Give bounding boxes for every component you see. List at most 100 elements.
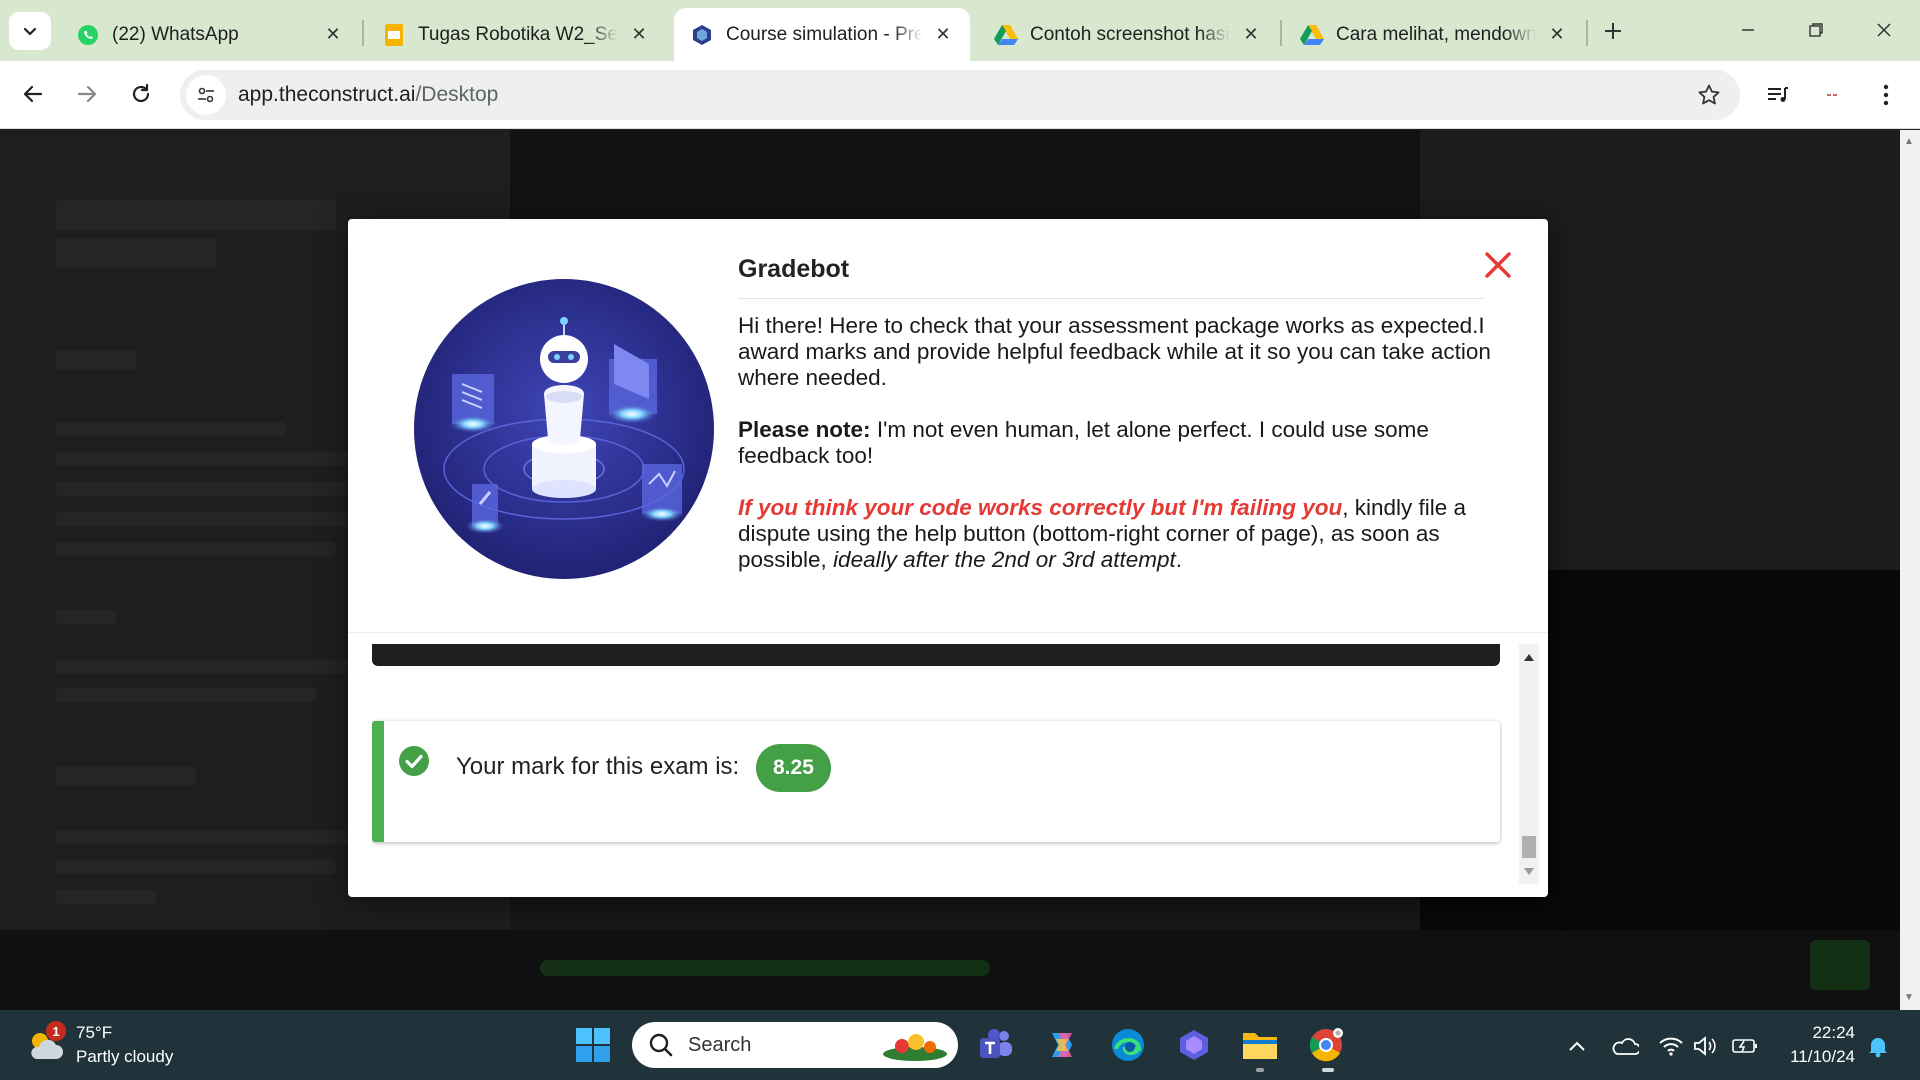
result-scrollbar[interactable] — [1519, 644, 1539, 884]
forward-button[interactable] — [66, 73, 108, 115]
close-window-button[interactable] — [1854, 12, 1914, 48]
media-control-button[interactable] — [1758, 75, 1798, 115]
drive-icon — [994, 23, 1018, 47]
tab-title: Cara melihat, mendownload — [1336, 23, 1536, 45]
file-explorer-icon[interactable] — [1238, 1023, 1282, 1067]
page-scrollbar[interactable]: ▲ ▼ — [1900, 130, 1920, 1010]
address-bar[interactable]: app.theconstruct.ai/Desktop — [180, 70, 1740, 120]
edge-icon[interactable] — [1106, 1023, 1150, 1067]
bell-icon — [1869, 1038, 1887, 1058]
tab-search-button[interactable] — [9, 12, 51, 50]
close-icon[interactable]: ✕ — [628, 24, 650, 46]
tab-separator — [1586, 20, 1588, 46]
dispute-end: . — [1175, 547, 1183, 572]
chrome-icon[interactable] — [1304, 1023, 1348, 1067]
close-icon[interactable]: ✕ — [1546, 24, 1568, 46]
weather-desc: Partly cloudy — [76, 1047, 174, 1066]
close-icon[interactable]: ✕ — [1240, 24, 1262, 46]
mark-badge: 8.25 — [756, 744, 831, 792]
url-path: /Desktop — [415, 83, 499, 106]
mark-card: Your mark for this exam is: 8.25 — [372, 721, 1500, 842]
bing-chat-icon[interactable] — [1172, 1023, 1216, 1067]
intro-text: Hi there! Here to check that your assess… — [738, 313, 1491, 390]
scroll-up-icon[interactable] — [1524, 654, 1534, 661]
warning-text: If you think your code works correctly b… — [738, 495, 1343, 520]
back-button[interactable] — [12, 73, 54, 115]
queue-music-icon — [1768, 87, 1788, 102]
new-tab-button[interactable] — [1598, 14, 1628, 48]
clock-time: 22:24 — [1812, 1023, 1855, 1042]
tab-whatsapp[interactable]: (22) WhatsApp ✕ — [60, 8, 360, 61]
modal-close-button[interactable] — [1478, 245, 1518, 285]
tab-title: Course simulation - Prerequisite — [726, 23, 922, 45]
arrow-right-icon — [77, 85, 97, 103]
tab-contoh-screenshot[interactable]: Contoh screenshot hasil robot ✕ — [978, 8, 1278, 61]
partly-cloudy-icon: 1 — [26, 1021, 66, 1065]
tab-cara-melihat[interactable]: Cara melihat, mendownload ✕ — [1284, 8, 1584, 61]
result-area: Your mark for this exam is: 8.25 — [372, 644, 1502, 884]
scroll-up-icon[interactable]: ▲ — [1904, 136, 1914, 147]
profile-button[interactable] — [1812, 75, 1852, 115]
running-indicator — [1322, 1068, 1334, 1072]
tab-course-simulation[interactable]: Course simulation - Prerequisite ✕ — [674, 8, 970, 61]
windows-logo-icon — [576, 1028, 610, 1062]
site-settings-icon[interactable] — [186, 75, 226, 115]
minimize-button[interactable] — [1718, 12, 1778, 48]
restore-button[interactable] — [1786, 12, 1846, 48]
scroll-down-icon[interactable]: ▼ — [1904, 992, 1914, 1003]
reload-icon — [132, 83, 150, 103]
wifi-icon[interactable] — [1657, 1032, 1685, 1060]
whatsapp-icon — [76, 23, 100, 47]
scroll-thumb[interactable] — [1522, 836, 1536, 858]
show-hidden-icons-button[interactable] — [1563, 1032, 1591, 1060]
tab-tugas-robotika[interactable]: Tugas Robotika W2_Semester ✕ — [366, 8, 666, 61]
slides-icon — [382, 23, 406, 47]
url-text: app.theconstruct.ai/Desktop — [238, 83, 498, 107]
restore-icon — [1809, 23, 1823, 37]
modal-body: Hi there! Here to check that your assess… — [738, 313, 1498, 599]
reload-button[interactable] — [120, 73, 162, 115]
minimize-icon — [1742, 29, 1754, 31]
drive-icon — [1300, 23, 1324, 47]
close-icon[interactable]: ✕ — [932, 24, 954, 46]
running-indicator — [1256, 1068, 1264, 1072]
profile-icon — [1827, 94, 1837, 96]
gradebot-illustration — [414, 279, 714, 579]
modal-divider — [348, 632, 1548, 633]
tab-title: Contoh screenshot hasil robot — [1030, 23, 1230, 45]
construct-icon — [690, 23, 714, 47]
weather-text: 75°F Partly cloudy — [76, 1021, 173, 1069]
volume-icon[interactable] — [1691, 1032, 1719, 1060]
notifications-button[interactable] — [1864, 1032, 1892, 1060]
tab-separator — [1280, 20, 1282, 46]
search-icon — [649, 1033, 673, 1057]
gradebot-modal: Gradebot Hi there! Here to check that yo… — [348, 219, 1548, 897]
url-host: app.theconstruct.ai — [238, 83, 416, 106]
weather-widget[interactable]: 1 75°F Partly cloudy — [26, 1020, 173, 1070]
clock-date: 11/10/24 — [1790, 1047, 1855, 1066]
battery-icon[interactable] — [1731, 1032, 1759, 1060]
onedrive-icon[interactable] — [1611, 1032, 1639, 1060]
search-label: Search — [688, 1033, 752, 1056]
copilot-icon[interactable] — [1040, 1023, 1084, 1067]
dispute-italic: ideally after the 2nd or 3rd attempt — [833, 547, 1176, 572]
start-button[interactable] — [571, 1023, 615, 1067]
close-icon — [1877, 23, 1891, 37]
search-highlight-icon — [883, 1034, 947, 1061]
close-icon — [1485, 252, 1511, 278]
close-icon[interactable]: ✕ — [322, 24, 344, 46]
windows-taskbar: 1 75°F Partly cloudy Search 22:24 11/10/… — [0, 1010, 1920, 1080]
chevron-down-icon — [23, 27, 37, 36]
system-clock[interactable]: 22:24 11/10/24 — [1775, 1021, 1855, 1069]
notification-badge: 1 — [46, 1021, 66, 1041]
arrow-left-icon — [23, 85, 43, 103]
tab-title: Tugas Robotika W2_Semester — [418, 23, 618, 45]
bookmark-star-icon[interactable] — [1696, 82, 1722, 108]
dispute-paragraph: If you think your code works correctly b… — [738, 495, 1498, 573]
browser-menu-button[interactable] — [1866, 75, 1906, 115]
taskbar-search[interactable]: Search — [632, 1022, 958, 1068]
teams-icon[interactable] — [974, 1023, 1018, 1067]
weather-temp: 75°F — [76, 1023, 113, 1042]
tab-title: (22) WhatsApp — [112, 23, 239, 45]
scroll-down-icon[interactable] — [1524, 868, 1534, 875]
